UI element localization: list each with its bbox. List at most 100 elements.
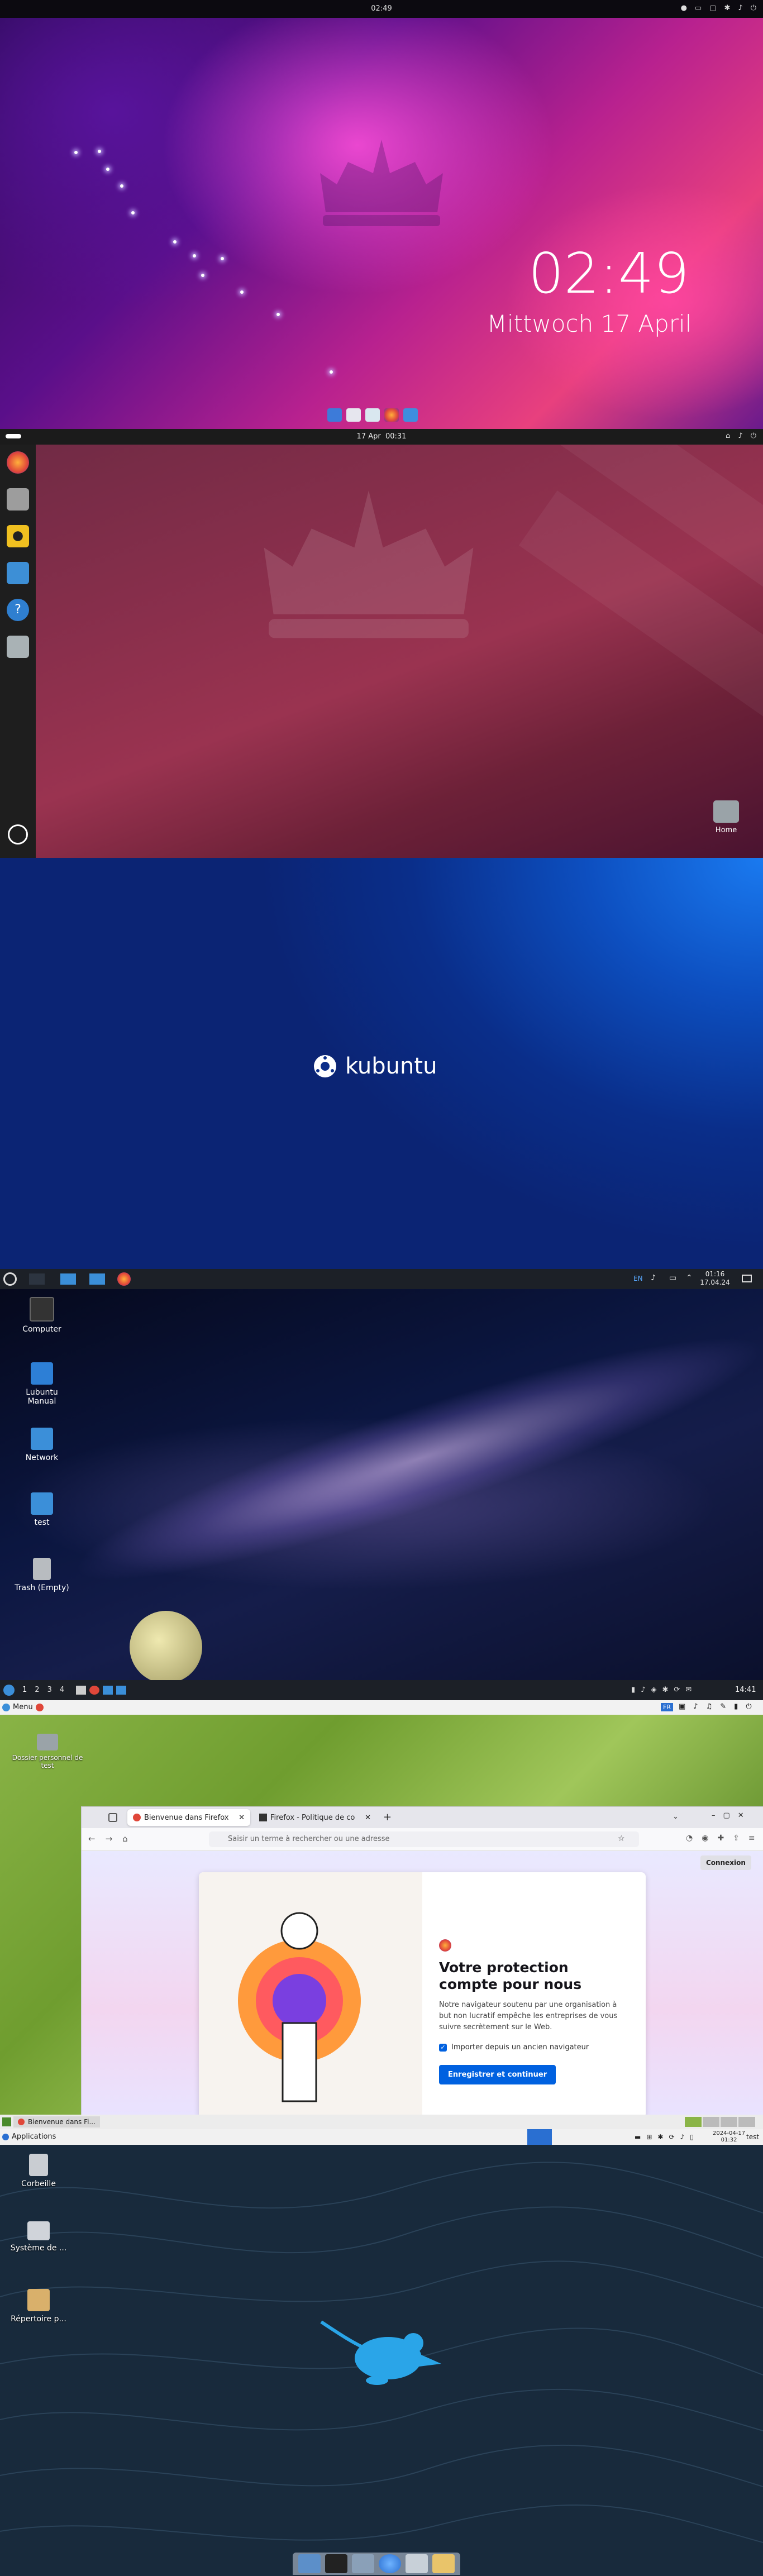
notification-icon[interactable]: ▯ bbox=[690, 2133, 694, 2141]
user-menu[interactable]: test bbox=[746, 2133, 759, 2141]
desktop-icon-home[interactable]: Dossier personnel de test bbox=[11, 1734, 84, 1769]
share-icon[interactable]: ⇪ bbox=[733, 1834, 740, 1843]
tray-expand-icon[interactable]: ⌃ bbox=[686, 1273, 693, 1282]
bluetooth-icon[interactable]: ✱ bbox=[662, 1686, 668, 1694]
list-tabs-icon[interactable]: ⌄ bbox=[673, 1812, 679, 1821]
folder-icon[interactable] bbox=[432, 2554, 455, 2573]
import-checkbox[interactable]: ✓ bbox=[439, 2043, 447, 2052]
trash-icon[interactable] bbox=[7, 636, 29, 658]
mail-icon[interactable] bbox=[327, 408, 342, 422]
panel-clock[interactable]: 01:16 17.04.24 bbox=[698, 1270, 732, 1287]
applications-menu[interactable]: Applications bbox=[2, 2133, 56, 2141]
workspace-1[interactable] bbox=[527, 2129, 552, 2145]
hamburger-menu-icon[interactable]: ≡ bbox=[748, 1834, 755, 1843]
desktop-icon-trash[interactable]: Trash (Empty) bbox=[11, 1558, 73, 1592]
account-icon[interactable]: ◉ bbox=[702, 1834, 708, 1843]
accessibility-icon[interactable]: ✱ bbox=[724, 4, 731, 12]
volume-icon[interactable]: ♪ bbox=[738, 4, 742, 12]
power-icon[interactable]: ⏻ bbox=[751, 4, 756, 12]
keyboard-layout[interactable]: FR bbox=[661, 1703, 673, 1711]
desktop-icon-test[interactable]: test bbox=[11, 1492, 73, 1527]
firefox-icon[interactable] bbox=[384, 408, 399, 422]
clipboard-icon[interactable]: ▢ bbox=[709, 4, 716, 12]
main-menu-icon[interactable] bbox=[3, 1272, 17, 1286]
desktop-icon-filesystem[interactable]: Système de ... bbox=[8, 2221, 69, 2253]
bluetooth-icon[interactable]: ✱ bbox=[657, 2133, 663, 2141]
desktop-icon-network[interactable]: Network bbox=[11, 1428, 73, 1462]
files-icon[interactable] bbox=[403, 408, 418, 422]
start-icon[interactable] bbox=[3, 1685, 15, 1696]
workspace-3[interactable] bbox=[721, 2117, 737, 2127]
desktop-icon-home[interactable]: Répertoire p... bbox=[8, 2289, 69, 2324]
firefox-icon[interactable] bbox=[7, 451, 29, 474]
home-icon[interactable]: ⌂ bbox=[122, 1834, 128, 1844]
file-manager-icon[interactable] bbox=[352, 2554, 374, 2573]
import-option[interactable]: ✓ Importer depuis un ancien navigateur bbox=[439, 2043, 629, 2052]
files-icon[interactable] bbox=[103, 1686, 113, 1695]
terminal-icon[interactable] bbox=[89, 1273, 105, 1285]
url-bar[interactable]: Saisir un terme à rechercher ou une adre… bbox=[209, 1831, 639, 1847]
text-editor-icon[interactable] bbox=[365, 408, 380, 422]
firefox-icon[interactable] bbox=[35, 1703, 44, 1711]
keyboard-layout[interactable]: EN bbox=[633, 1275, 643, 1282]
desktop-icon[interactable] bbox=[742, 1275, 752, 1282]
power-icon[interactable]: ⏻ bbox=[751, 432, 756, 440]
volume-icon[interactable]: ♪ bbox=[738, 432, 742, 440]
extensions-icon[interactable]: ✚ bbox=[717, 1834, 724, 1843]
close-tab-icon[interactable]: ✕ bbox=[239, 1814, 245, 1822]
save-continue-button[interactable]: Enregistrer et continuer bbox=[439, 2065, 556, 2084]
firefox-view-icon[interactable] bbox=[108, 1813, 117, 1822]
files-icon[interactable] bbox=[7, 488, 29, 511]
network-icon[interactable]: ⊞ bbox=[646, 2133, 652, 2141]
show-desktop-icon[interactable] bbox=[2, 2117, 11, 2126]
files-icon[interactable] bbox=[60, 1273, 76, 1285]
volume-icon[interactable]: ♪ bbox=[641, 1686, 645, 1694]
connexion-button[interactable]: Connexion bbox=[700, 1855, 751, 1870]
clipboard-icon[interactable]: ✎ bbox=[720, 1702, 726, 1711]
workspace-3[interactable]: 3 bbox=[47, 1686, 52, 1694]
display-icon[interactable]: ▭ bbox=[695, 4, 702, 12]
pocket-icon[interactable]: ◔ bbox=[686, 1834, 693, 1843]
tab-privacy[interactable]: Firefox - Politique de co ✕ bbox=[254, 1809, 376, 1826]
network-icon[interactable]: ● bbox=[681, 4, 687, 12]
notification-icon[interactable]: ♫ bbox=[706, 1702, 713, 1711]
volume-icon[interactable]: ♪ bbox=[651, 1273, 656, 1282]
desktop-icon-trash[interactable]: Corbeille bbox=[8, 2154, 69, 2188]
new-tab-icon[interactable]: + bbox=[383, 1811, 392, 1823]
battery-icon[interactable]: ▮ bbox=[631, 1686, 635, 1694]
monitor-icon[interactable]: ▬ bbox=[635, 2133, 641, 2141]
firefox-icon[interactable] bbox=[117, 1272, 131, 1286]
back-icon[interactable]: ← bbox=[88, 1834, 96, 1844]
show-desktop-icon[interactable] bbox=[29, 1273, 45, 1285]
workspace-4[interactable] bbox=[738, 2117, 755, 2127]
workspace-2[interactable] bbox=[703, 2117, 719, 2127]
updates-icon[interactable]: ⟳ bbox=[669, 2133, 674, 2141]
panel-clock[interactable]: 17 Apr 00:31 bbox=[0, 432, 763, 441]
document-icon[interactable] bbox=[346, 408, 361, 422]
bookmark-star-icon[interactable]: ☆ bbox=[618, 1834, 625, 1843]
close-icon[interactable]: ✕ bbox=[738, 1811, 744, 1820]
maximize-icon[interactable]: ▢ bbox=[723, 1811, 730, 1820]
help-icon[interactable]: ? bbox=[7, 599, 29, 621]
power-icon[interactable]: ⏻ bbox=[746, 1702, 751, 1711]
network-icon[interactable]: ◈ bbox=[651, 1686, 656, 1694]
menu-button[interactable]: Menu bbox=[2, 1703, 44, 1711]
update-icon[interactable]: ⟳ bbox=[674, 1686, 680, 1694]
web-browser-icon[interactable] bbox=[379, 2554, 401, 2573]
panel-clock[interactable]: 02:49 bbox=[0, 4, 763, 13]
software-icon[interactable] bbox=[7, 562, 29, 584]
home-folder-icon[interactable] bbox=[76, 1686, 86, 1695]
workspace-2[interactable]: 2 bbox=[35, 1686, 39, 1694]
network-icon[interactable]: ⌂ bbox=[726, 432, 730, 440]
network-icon[interactable]: ▭ bbox=[669, 1273, 676, 1282]
ubuntu-logo-icon[interactable] bbox=[8, 824, 28, 845]
firefox-icon[interactable] bbox=[89, 1686, 99, 1695]
workspace-4[interactable]: 4 bbox=[60, 1686, 64, 1694]
terminal-icon[interactable] bbox=[325, 2554, 347, 2573]
taskbar-item-firefox[interactable]: Bienvenue dans Fi... bbox=[13, 2116, 100, 2127]
desktop-icon-computer[interactable]: Computer bbox=[11, 1297, 73, 1334]
panel-clock[interactable]: 2024-04-17 01:32 bbox=[713, 2130, 745, 2144]
close-tab-icon[interactable]: ✕ bbox=[365, 1814, 371, 1822]
workspace-1[interactable] bbox=[685, 2117, 702, 2127]
battery-icon[interactable]: ▮ bbox=[734, 1702, 738, 1711]
